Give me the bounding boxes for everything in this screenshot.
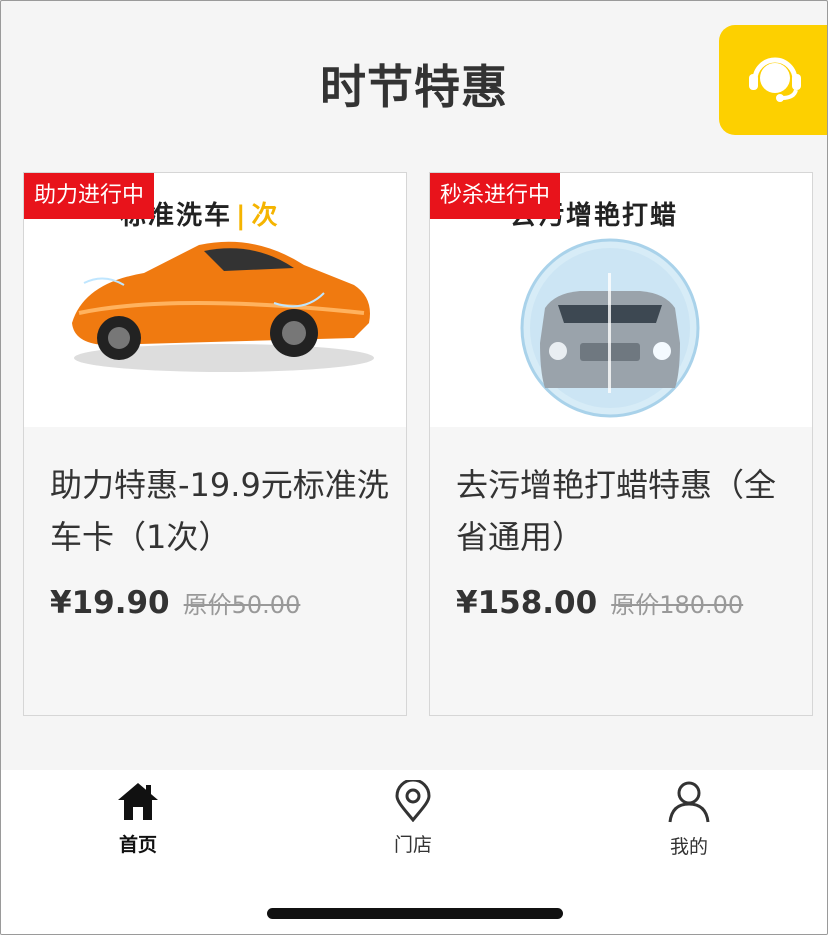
deal-card-title: 去污增艳打蜡特惠（全省通用）: [456, 466, 777, 556]
original-price: 原价180.00: [611, 591, 744, 619]
tab-profile[interactable]: 我的: [609, 780, 769, 859]
app-frame: 时节特惠 标准洗车 | 次 助力进行中 助力特惠-19.9元标准洗车卡（1次） …: [0, 0, 828, 935]
deal-card-title: 助力特惠-19.9元标准洗车卡（1次）: [50, 466, 389, 556]
status-badge: 秒杀进行中: [430, 173, 561, 219]
tab-label: 门店: [393, 834, 432, 856]
price-row: ¥158.00 原价180.00: [456, 585, 743, 621]
deal-card-list: 标准洗车 | 次 助力进行中 助力特惠-19.9元标准洗车卡（1次） ¥19.90 …: [23, 172, 813, 716]
user-icon: [667, 781, 711, 828]
sale-price: ¥158.00: [456, 585, 598, 621]
headset-icon: [746, 50, 804, 110]
original-price: 原价50.00: [183, 591, 301, 619]
tab-label: 首页: [118, 834, 157, 856]
tab-stores[interactable]: 门店: [333, 778, 493, 857]
deal-card-image: 去污增艳打蜡 秒杀进行中: [430, 173, 812, 427]
deal-card[interactable]: 去污增艳打蜡 秒杀进行中 去污增艳打蜡特惠（全省通用） ¥158.00 原价18…: [429, 172, 813, 716]
deal-card-image: 标准洗车 | 次 助力进行中: [24, 173, 406, 427]
home-icon: [116, 783, 160, 826]
page-title: 时节特惠: [320, 60, 508, 114]
home-indicator[interactable]: [267, 908, 563, 919]
status-badge: 助力进行中: [24, 173, 155, 219]
location-pin-icon: [391, 778, 435, 826]
tab-home[interactable]: 首页: [58, 780, 218, 857]
sale-price: ¥19.90: [50, 585, 170, 621]
deal-card[interactable]: 标准洗车 | 次 助力进行中 助力特惠-19.9元标准洗车卡（1次） ¥19.90 …: [23, 172, 407, 716]
page-header: 时节特惠: [1, 1, 827, 156]
customer-service-button[interactable]: [719, 25, 827, 135]
tab-label: 我的: [669, 836, 708, 858]
price-row: ¥19.90 原价50.00: [50, 585, 300, 621]
